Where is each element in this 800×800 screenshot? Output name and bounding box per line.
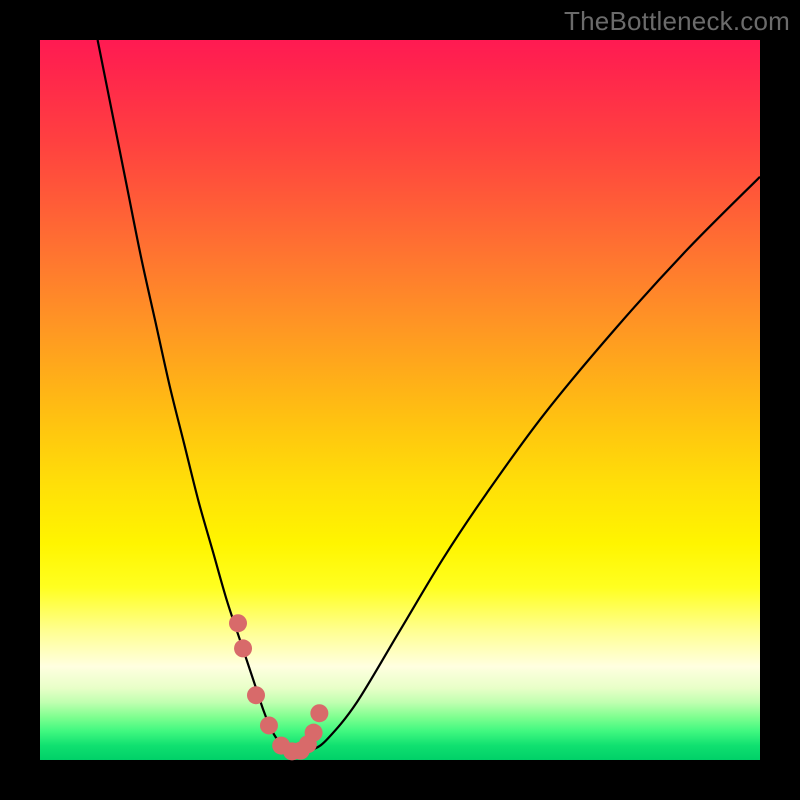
marker-point (229, 614, 247, 632)
plot-area (40, 40, 760, 760)
watermark-text: TheBottleneck.com (564, 6, 790, 37)
curve-svg (40, 40, 760, 760)
marker-point (260, 716, 278, 734)
chart-frame: TheBottleneck.com (0, 0, 800, 800)
curve-markers (229, 614, 328, 760)
marker-point (247, 686, 265, 704)
marker-point (310, 704, 328, 722)
bottleneck-curve (98, 40, 760, 753)
marker-point (305, 724, 323, 742)
marker-point (234, 639, 252, 657)
